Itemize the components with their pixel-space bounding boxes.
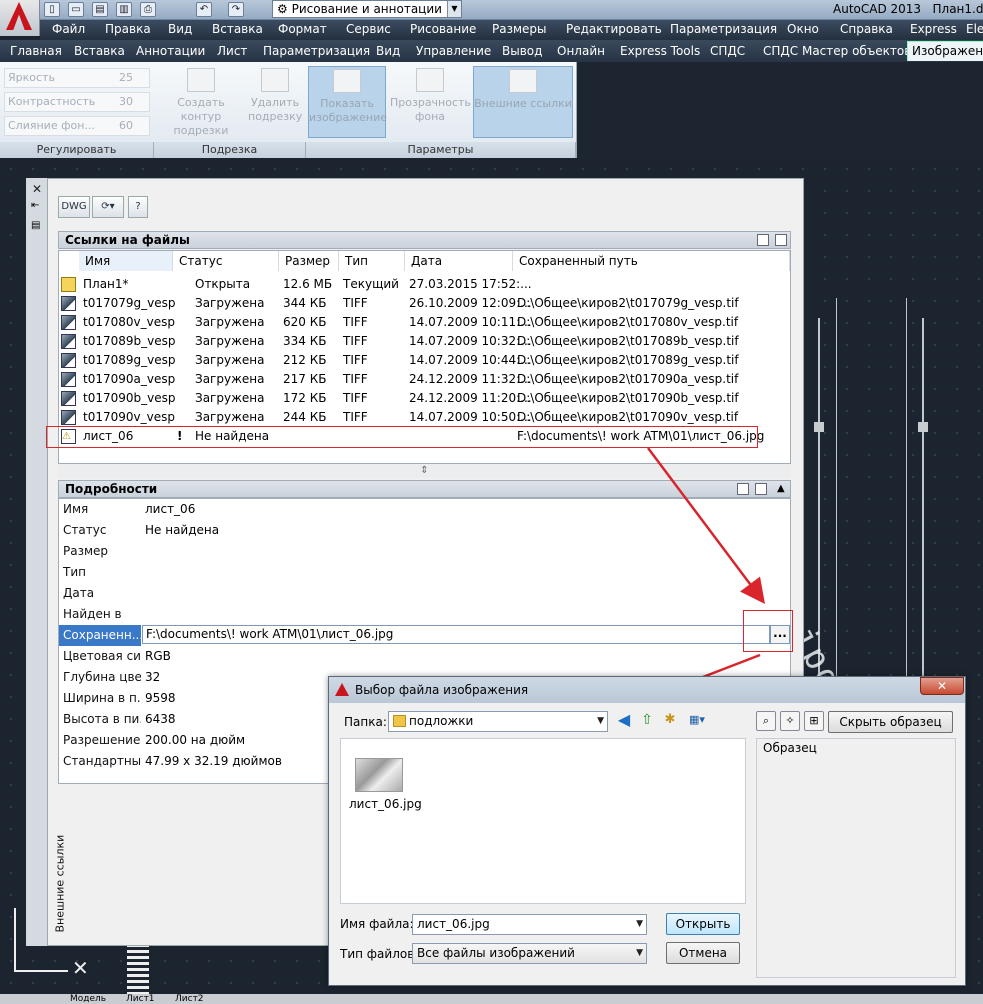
hide-preview-button[interactable]: Скрыть образец (828, 711, 953, 733)
new-folder-icon[interactable]: ✱ (660, 711, 680, 731)
chevron-down-icon: ▼ (636, 919, 643, 929)
filetype-label: Тип файлов: (340, 947, 419, 961)
chevron-down-icon: ▼ (636, 948, 643, 958)
arrow-to-browse (647, 447, 765, 604)
cancel-button[interactable]: Отмена (666, 942, 740, 964)
views-menu-icon[interactable]: ▦▾ (684, 711, 710, 731)
find-icon[interactable]: ✧ (780, 711, 800, 731)
tab-model[interactable]: Модель (70, 994, 106, 1004)
up-folder-icon[interactable]: ⇧ (637, 711, 657, 731)
filename-value: лист_06.jpg (417, 917, 490, 931)
folder-icon (393, 715, 406, 727)
tools-icon[interactable]: ⊞ (804, 711, 824, 731)
tab-layout1[interactable]: Лист1 (126, 994, 155, 1004)
filename-label: Имя файла: (340, 917, 414, 931)
dialog-title-bar: Выбор файла изображения (329, 677, 965, 703)
autocad-logo-icon (335, 683, 349, 696)
back-icon[interactable]: ◀ (614, 711, 634, 731)
folder-value: подложки (409, 714, 474, 728)
folder-dropdown[interactable]: подложки ▼ (388, 711, 608, 732)
dialog-title: Выбор файла изображения (355, 683, 529, 697)
filetype-dropdown[interactable]: Все файлы изображений ▼ (412, 943, 647, 964)
preview-pane: Образец (756, 738, 956, 978)
chevron-down-icon: ▼ (597, 716, 604, 726)
tab-layout2[interactable]: Лист2 (175, 994, 204, 1004)
layout-tabs-bar: Модель Лист1 Лист2 (0, 994, 983, 1004)
filetype-value: Все файлы изображений (417, 946, 575, 960)
image-thumbnail[interactable] (355, 758, 403, 792)
file-item-label[interactable]: лист_06.jpg (349, 797, 422, 811)
folder-label: Папка: (344, 715, 387, 729)
dialog-close-button[interactable]: ✕ (920, 677, 964, 695)
open-button[interactable]: Открыть (666, 913, 740, 935)
filename-input[interactable]: лист_06.jpg ▼ (412, 914, 647, 935)
search-web-icon[interactable]: ⌕ (756, 711, 776, 731)
preview-label: Образец (763, 741, 817, 755)
